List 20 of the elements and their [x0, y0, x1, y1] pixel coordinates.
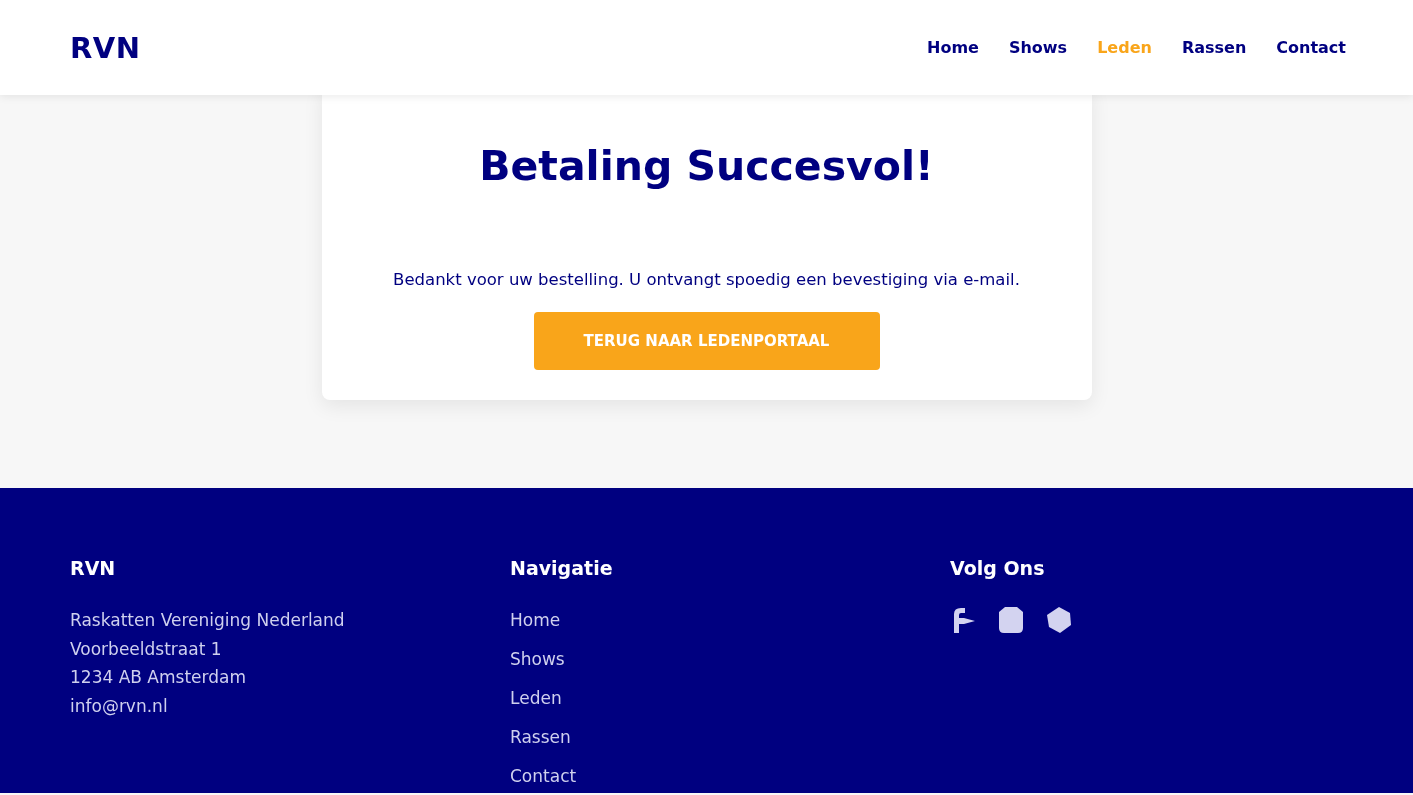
footer-link[interactable]: Leden: [510, 684, 562, 712]
page-title: Betaling Succesvol!: [479, 141, 934, 192]
footer-heading: Navigatie: [510, 556, 614, 581]
footer-link[interactable]: Rassen: [510, 723, 571, 751]
address-line: info@rvn.nl: [70, 694, 168, 718]
footer-link[interactable]: Contact: [510, 762, 577, 790]
confirmation-message: Bedankt voor uw bestelling. U ontvangt spoedig een bevestiging via e-mail.: [393, 269, 1020, 291]
footer-link[interactable]: Shows: [510, 645, 565, 673]
nav-link[interactable]: Home: [927, 38, 979, 57]
nav-link[interactable]: Contact: [1276, 38, 1346, 57]
footer-link[interactable]: Home: [510, 606, 561, 634]
address-line: Voorbeeldstraat 1: [70, 637, 222, 661]
address-line: 1234 AB Amsterdam: [70, 666, 246, 689]
address-line: Raskatten Vereniging Nederland: [70, 609, 345, 632]
footer-heading: Volg Ons: [950, 556, 1046, 581]
site-logo[interactable]: RVN: [70, 30, 141, 65]
nav-link[interactable]: Shows: [1008, 38, 1068, 57]
hexagon-icon[interactable]: [1046, 607, 1072, 633]
nav-link[interactable]: Rassen: [1181, 38, 1247, 57]
footer-heading: RVN: [70, 556, 117, 581]
